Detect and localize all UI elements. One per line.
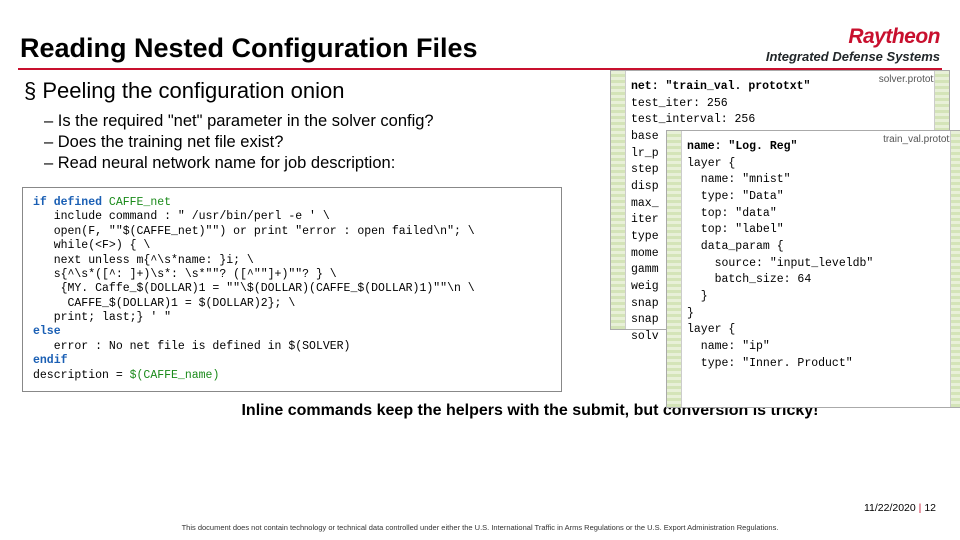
file-line: max_ [631, 197, 659, 210]
file-line: weig [631, 280, 659, 293]
file-line: mome [631, 247, 659, 260]
file-line: } [687, 307, 694, 320]
file-line: snap [631, 297, 659, 310]
file-line: step [631, 163, 659, 176]
file-line: iter [631, 213, 659, 226]
file-line: "train_val. prototxt" [666, 80, 811, 93]
code-line: include command : " /usr/bin/perl -e ' \ [33, 210, 330, 223]
file-body: name: "Log. Reg" layer { name: "mnist" t… [667, 131, 960, 380]
footer-page: 12 [924, 502, 936, 514]
code-keyword: endif [33, 354, 68, 367]
file-line: layer { [687, 323, 735, 336]
file-line: batch_size: 64 [687, 273, 811, 286]
code-line: while(<F>) { \ [33, 239, 150, 252]
code-line: s{^\s*([^: ]+)\s*: \s*""? ([^""]+)""? } … [33, 268, 337, 281]
file-line: "Log. Reg" [728, 140, 797, 153]
code-line: print; last;} ' " [33, 311, 171, 324]
file-line: snap [631, 313, 659, 326]
file-line: test_interval: 256 [631, 113, 755, 126]
file-line: base [631, 130, 659, 143]
file-line: lr_p [631, 147, 659, 160]
export-notice: This document does not contain technolog… [0, 523, 960, 532]
slide-content: Peeling the configuration onion Is the r… [0, 70, 960, 420]
code-line: description = [33, 369, 130, 382]
file-line: gamm [631, 263, 659, 276]
code-line: CAFFE_$(DOLLAR)1 = $(DOLLAR)2}; \ [33, 297, 295, 310]
logo-main: Raytheon [766, 25, 940, 49]
file-line: type: "Inner. Product" [687, 357, 853, 370]
file-line: disp [631, 180, 659, 193]
footer-date: 11/22/2020 [864, 502, 916, 514]
file-line: layer { [687, 157, 735, 170]
file-line: type: "Data" [687, 190, 784, 203]
file-line: type [631, 230, 659, 243]
code-keyword: else [33, 325, 61, 338]
file-line: name: "ip" [687, 340, 770, 353]
file-line: name: [687, 140, 728, 153]
file-line: } [687, 290, 708, 303]
file-line: top: "data" [687, 207, 777, 220]
file-label: solver.prototxt [879, 73, 941, 88]
file-line: test_iter: 256 [631, 97, 728, 110]
file-line: source: "input_leveldb" [687, 257, 873, 270]
code-line: next unless m{^\s*name: }i; \ [33, 254, 254, 267]
slide-title: Reading Nested Configuration Files [20, 33, 478, 64]
code-line: error : No net file is defined in $(SOLV… [33, 340, 350, 353]
file-line: solv [631, 330, 659, 343]
file-line: top: "label" [687, 223, 784, 236]
file-line: name: "mnist" [687, 173, 791, 186]
file-line: net: [631, 80, 666, 93]
code-var: CAFFE_net [109, 196, 171, 209]
train-file-card: train_val.prototxt name: "Log. Reg" laye… [666, 130, 960, 408]
code-var: $(CAFFE_name) [130, 369, 220, 382]
slide-header: Reading Nested Configuration Files Rayth… [0, 0, 960, 68]
logo-sub: Integrated Defense Systems [766, 49, 940, 64]
company-logo: Raytheon Integrated Defense Systems [766, 25, 940, 64]
code-keyword: if defined [33, 196, 109, 209]
code-listing: if defined CAFFE_net include command : "… [22, 187, 562, 392]
file-label: train_val.prototxt [883, 133, 957, 148]
code-line: {MY. Caffe_$(DOLLAR)1 = ""\$(DOLLAR)(CAF… [33, 282, 475, 295]
slide-footer: 11/22/2020 | 12 [864, 502, 936, 514]
code-line: open(F, ""$(CAFFE_net)"") or print "erro… [33, 225, 475, 238]
file-line: data_param { [687, 240, 784, 253]
